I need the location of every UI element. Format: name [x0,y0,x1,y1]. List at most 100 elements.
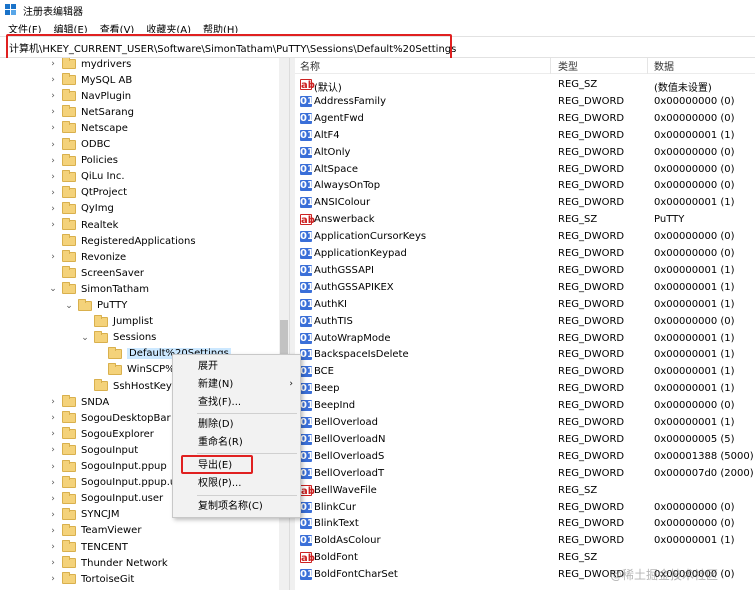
value-row[interactable]: 011 AlwaysOnTop REG_DWORD 0x00000000 (0) [295,178,755,194]
collapsed-chevron-icon[interactable]: › [48,510,58,520]
value-row[interactable]: 011 AutoWrapMode REG_DWORD 0x00000001 (1) [295,331,755,347]
tree-item[interactable]: › QyImg [48,201,114,217]
tree-item[interactable]: › TENCENT [48,539,128,555]
value-row[interactable]: 011 ANSIColour REG_DWORD 0x00000001 (1) [295,195,755,211]
menu-item[interactable]: 文件(F) [8,23,42,33]
value-row[interactable]: 011 AgentFwd REG_DWORD 0x00000000 (0) [295,111,755,127]
context-menu-item[interactable]: 展开 [174,358,299,375]
tree-item[interactable]: › mydrivers [48,58,131,72]
collapsed-chevron-icon[interactable]: › [48,156,58,166]
tree-item[interactable]: ⌄ PuTTY [64,298,127,314]
collapsed-chevron-icon[interactable]: › [48,574,58,584]
value-row[interactable]: 011 AuthTIS REG_DWORD 0x00000000 (0) [295,314,755,330]
tree-item[interactable]: RegisteredApplications [48,233,196,249]
tree-item[interactable]: › QiLu Inc. [48,169,125,185]
header-type[interactable]: 类型 [558,58,578,73]
value-row[interactable]: ab BoldFont REG_SZ [295,550,755,566]
tree-item[interactable]: › NetSarang [48,104,134,120]
tree-item[interactable]: Jumplist [80,314,153,330]
value-row[interactable]: 011 Beep REG_DWORD 0x00000001 (1) [295,381,755,397]
tree-item[interactable]: › MySQL AB [48,72,132,88]
tree-item[interactable]: › Thunder Network [48,555,168,571]
value-row[interactable]: 011 BCE REG_DWORD 0x00000001 (1) [295,364,755,380]
tree-item[interactable]: › TeamViewer [48,523,141,539]
collapsed-chevron-icon[interactable]: › [48,558,58,568]
address-bar[interactable]: 计算机\HKEY_CURRENT_USER\Software\SimonTath… [0,36,755,58]
collapsed-chevron-icon[interactable]: › [48,445,58,455]
value-row[interactable]: 011 BellOverloadN REG_DWORD 0x00000005 (5) [295,432,755,448]
value-row[interactable]: 011 BoldAsColour REG_DWORD 0x00000001 (1) [295,533,755,549]
collapsed-chevron-icon[interactable]: › [48,462,58,472]
value-row[interactable]: 011 BackspaceIsDelete REG_DWORD 0x00000001 … [295,347,755,363]
menu-item[interactable]: 查看(V) [100,23,135,33]
tree-item[interactable]: › SogouInput.ppup [48,459,167,475]
value-row[interactable]: 011 AltF4 REG_DWORD 0x00000001 (1) [295,128,755,144]
collapsed-chevron-icon[interactable]: › [48,397,58,407]
menu-item[interactable]: 编辑(E) [54,23,88,33]
value-row[interactable]: 011 BellOverloadS REG_DWORD 0x00001388 (500… [295,449,755,465]
collapsed-chevron-icon[interactable]: › [48,220,58,230]
value-row[interactable]: 011 AuthKI REG_DWORD 0x00000001 (1) [295,297,755,313]
collapsed-chevron-icon[interactable]: › [48,542,58,552]
tree-item[interactable]: › SNDA [48,394,109,410]
tree-item[interactable]: ⌄ SimonTatham [48,281,149,297]
expanded-chevron-icon[interactable]: ⌄ [80,333,90,343]
value-row[interactable]: 011 BellOverloadT REG_DWORD 0x000007d0 (200… [295,466,755,482]
menu-item[interactable]: 收藏夹(A) [146,23,191,33]
context-menu-item[interactable]: 查找(F)... [174,394,299,411]
value-row[interactable]: ab BellWaveFile REG_SZ [295,483,755,499]
collapsed-chevron-icon[interactable]: › [48,75,58,85]
context-menu-item[interactable]: 删除(D) [174,416,299,433]
tree-item[interactable]: SshHostKeys [80,378,177,394]
collapsed-chevron-icon[interactable]: › [48,413,58,423]
tree-item[interactable]: › QtProject [48,185,127,201]
expanded-chevron-icon[interactable]: ⌄ [48,284,58,294]
address-path[interactable]: 计算机\HKEY_CURRENT_USER\Software\SimonTath… [9,40,456,55]
value-row[interactable]: 011 ApplicationKeypad REG_DWORD 0x00000000 … [295,246,755,262]
collapsed-chevron-icon[interactable]: › [48,172,58,182]
value-row[interactable]: 011 AltSpace REG_DWORD 0x00000000 (0) [295,162,755,178]
value-row[interactable]: 011 BlinkText REG_DWORD 0x00000000 (0) [295,516,755,532]
value-row[interactable]: 011 AddressFamily REG_DWORD 0x00000000 (0) [295,94,755,110]
collapsed-chevron-icon[interactable]: › [48,123,58,133]
tree-item[interactable]: › SogouExplorer [48,426,154,442]
context-menu-item[interactable]: 新建(N) › [174,376,299,393]
tree-item[interactable]: › Realtek [48,217,118,233]
tree-item[interactable]: › SYNCJM [48,507,120,523]
tree-item[interactable]: › SogouDesktopBar [48,410,171,426]
tree-item[interactable]: ⌄ Sessions [80,330,156,346]
tree-item[interactable]: › Netscape [48,120,128,136]
value-row[interactable]: 011 AuthGSSAPIKEX REG_DWORD 0x00000001 (1) [295,280,755,296]
header-data[interactable]: 数据 [654,58,674,73]
value-row[interactable]: 011 AltOnly REG_DWORD 0x00000000 (0) [295,145,755,161]
collapsed-chevron-icon[interactable]: › [48,204,58,214]
menu-item[interactable]: 帮助(H) [203,23,238,33]
collapsed-chevron-icon[interactable]: › [48,107,58,117]
collapsed-chevron-icon[interactable]: › [48,59,58,69]
collapsed-chevron-icon[interactable]: › [48,140,58,150]
header-name[interactable]: 名称 [300,58,320,73]
value-row[interactable]: 011 BellOverload REG_DWORD 0x00000001 (1) [295,415,755,431]
tree-item[interactable]: › TortoiseGit [48,571,134,587]
tree-item[interactable]: › SogouInput [48,442,138,458]
tree-item[interactable]: › NavPlugin [48,88,131,104]
collapsed-chevron-icon[interactable]: › [48,526,58,536]
tree-item[interactable]: › SogouInput.user [48,491,163,507]
value-row[interactable]: ab (默认) REG_SZ (数值未设置) [295,77,755,94]
tree-item[interactable]: › ODBC [48,137,110,153]
value-row[interactable]: 011 AuthGSSAPI REG_DWORD 0x00000001 (1) [295,263,755,279]
tree-item[interactable]: › Policies [48,153,118,169]
value-row[interactable]: 011 BeepInd REG_DWORD 0x00000000 (0) [295,398,755,414]
tree-item[interactable]: › SogouInput.ppup.us [48,475,181,491]
collapsed-chevron-icon[interactable]: › [48,252,58,262]
tree-item[interactable]: ScreenSaver [48,265,144,281]
value-row[interactable]: ab Answerback REG_SZ PuTTY [295,212,755,228]
collapsed-chevron-icon[interactable]: › [48,494,58,504]
context-menu-item[interactable]: 权限(P)... [174,475,299,492]
expanded-chevron-icon[interactable]: ⌄ [64,301,74,311]
context-menu-item[interactable]: 复制项名称(C) [174,498,299,515]
collapsed-chevron-icon[interactable]: › [48,478,58,488]
value-row[interactable]: 011 BlinkCur REG_DWORD 0x00000000 (0) [295,500,755,516]
context-menu-item[interactable]: 导出(E) [174,457,299,474]
value-row[interactable]: 011 ApplicationCursorKeys REG_DWORD 0x00000… [295,229,755,245]
